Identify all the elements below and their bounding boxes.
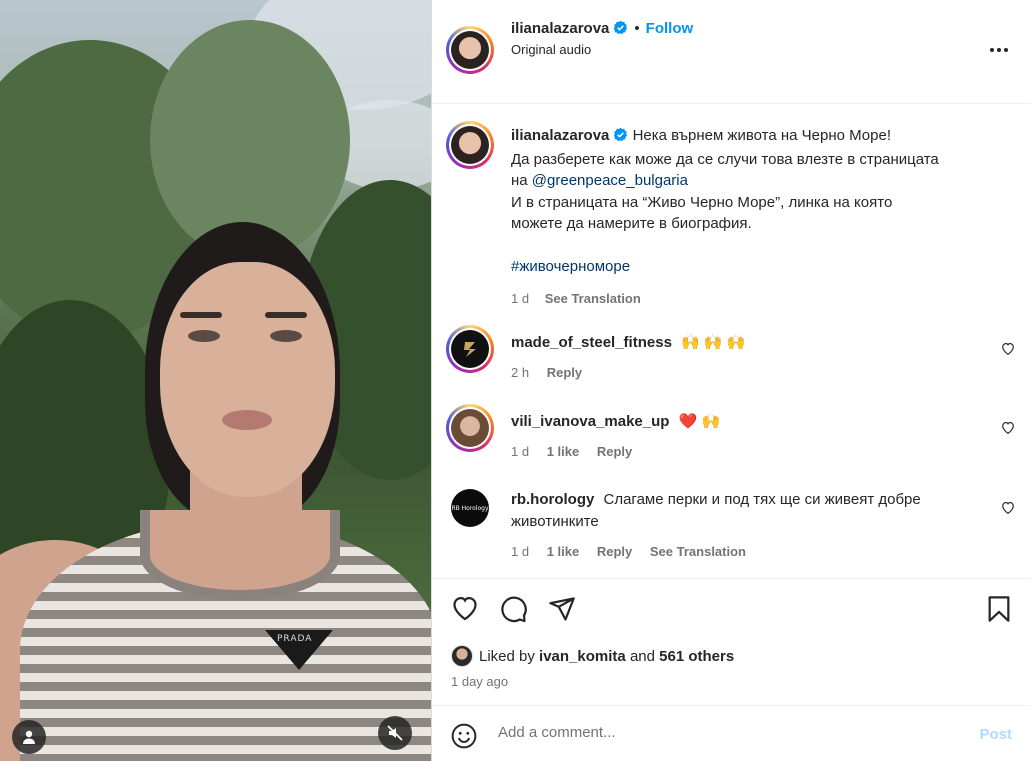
mute-button[interactable] — [378, 716, 412, 750]
post-comment-button[interactable]: Post — [979, 726, 1012, 743]
commenter-avatar[interactable]: RB Horology — [451, 489, 489, 527]
comment-text: rb.horology Слагаме перки и под тях ще с… — [511, 489, 981, 532]
post-time-ago[interactable]: 1 day ago — [451, 674, 508, 689]
eyebrow — [265, 312, 307, 318]
follow-button[interactable]: Follow — [646, 20, 694, 37]
commenter-avatar[interactable] — [446, 325, 494, 373]
share-icon — [549, 597, 575, 621]
caption-hashtag-link[interactable]: #живочерноморе — [511, 258, 630, 275]
caption-text: ilianalazarova Нека върнем живота на Чер… — [511, 125, 991, 309]
comment-likes-count[interactable]: 1 like — [547, 544, 580, 559]
emoji-button[interactable] — [451, 723, 477, 753]
emoji-icon — [451, 723, 477, 749]
eyebrow — [180, 312, 222, 318]
comment-item: made_of_steel_fitness 🙌 🙌 🙌 2 h Reply — [432, 325, 1031, 395]
comment-meta: 1 d 1 like Reply See Translation — [511, 544, 760, 559]
author-line: ilianalazarova • Follow Original audio — [511, 20, 693, 57]
neckline — [140, 510, 340, 600]
avatar-image — [451, 409, 489, 447]
avatar-image — [451, 126, 489, 164]
comment-username[interactable]: vili_ivanova_make_up — [511, 413, 669, 430]
person-face — [160, 262, 335, 497]
bookmark-icon — [988, 596, 1010, 622]
reel-video[interactable]: PRADA — [0, 0, 431, 761]
likes-middle: and — [629, 647, 655, 665]
author-username[interactable]: ilianalazarova — [511, 20, 609, 37]
reply-button[interactable]: Reply — [547, 365, 582, 380]
likes-summary: Liked by ivan_komita and 561 others — [451, 645, 734, 667]
like-button[interactable] — [451, 595, 479, 625]
liker-avatar[interactable] — [451, 645, 473, 667]
comment-button[interactable] — [500, 595, 528, 627]
liker-username[interactable]: ivan_komita — [539, 648, 626, 665]
mute-icon — [387, 725, 403, 741]
avatar-image — [451, 31, 489, 69]
comment-likes-count[interactable]: 1 like — [547, 444, 580, 459]
caption-line: И в страницата на “Живо Черно Море”, лин… — [511, 193, 893, 211]
post-header: ilianalazarova • Follow Original audio — [432, 0, 1031, 104]
caption-username[interactable]: ilianalazarova — [511, 127, 609, 144]
separator-dot: • — [634, 20, 640, 37]
comment-like-button[interactable] — [1001, 501, 1015, 518]
avatar-image: RB Horology — [451, 489, 489, 527]
caption-line: Нека върнем живота на Черно Море! — [632, 127, 891, 144]
heart-icon — [1002, 421, 1014, 435]
lips — [222, 410, 272, 430]
comment-time[interactable]: 1 d — [511, 444, 529, 459]
comment-time[interactable]: 1 d — [511, 544, 529, 559]
comment-item: RB Horology rb.horology Слагаме перки и … — [432, 484, 1031, 574]
more-options-icon — [990, 48, 1008, 52]
comment-like-button[interactable] — [1001, 342, 1015, 359]
caption-line: Да разберете как може да се случи това в… — [511, 150, 939, 168]
commenter-avatar[interactable] — [446, 404, 494, 452]
heart-icon — [1002, 501, 1014, 515]
comment-input[interactable] — [498, 724, 958, 741]
caption-mention-link[interactable]: @greenpeace_bulgaria — [532, 172, 688, 189]
save-button[interactable] — [986, 595, 1012, 627]
comment-body: 🙌 🙌 🙌 — [681, 334, 746, 351]
reply-button[interactable]: Reply — [597, 544, 632, 559]
avatar-image — [451, 330, 489, 368]
see-translation-button[interactable]: See Translation — [545, 291, 641, 306]
comment-text: vili_ivanova_make_up ❤️ 🙌 — [511, 411, 981, 433]
caption-author-avatar[interactable] — [446, 121, 494, 169]
likes-others-link[interactable]: 561 others — [659, 648, 734, 665]
comment-item: vili_ivanova_make_up ❤️ 🙌 1 d 1 like Rep… — [432, 404, 1031, 474]
likes-prefix: Liked by — [479, 647, 535, 665]
comment-body: ❤️ 🙌 — [678, 413, 721, 430]
comment-icon — [501, 596, 527, 623]
heart-icon — [453, 596, 477, 621]
eye — [188, 330, 220, 342]
eye — [270, 330, 302, 342]
user-tags-button[interactable] — [12, 720, 46, 754]
caption-time[interactable]: 1 d — [511, 291, 529, 306]
comment-time[interactable]: 2 h — [511, 365, 529, 380]
caption-meta: 1 d See Translation — [511, 288, 991, 310]
comment-text: made_of_steel_fitness 🙌 🙌 🙌 — [511, 332, 981, 354]
post-panel: ilianalazarova • Follow Original audio il… — [432, 0, 1031, 761]
reply-button[interactable]: Reply — [597, 444, 632, 459]
caption-line: можете да намерите в биография. — [511, 215, 752, 232]
comment-username[interactable]: rb.horology — [511, 491, 594, 508]
verified-badge-icon — [613, 127, 628, 149]
brand-logo-text: PRADA — [277, 634, 313, 644]
audio-label[interactable]: Original audio — [511, 42, 693, 57]
post-actions: Liked by ivan_komita and 561 others 1 da… — [432, 578, 1031, 705]
comment-like-button[interactable] — [1001, 421, 1015, 438]
add-comment-bar: Post — [432, 705, 1031, 761]
user-icon — [23, 730, 35, 744]
author-avatar[interactable] — [446, 26, 494, 74]
see-translation-button[interactable]: See Translation — [650, 544, 746, 559]
more-options-button[interactable] — [989, 40, 1009, 57]
verified-badge-icon — [613, 20, 628, 39]
comment-meta: 2 h Reply — [511, 365, 596, 380]
heart-icon — [1002, 342, 1014, 356]
share-button[interactable] — [548, 595, 576, 627]
caption-line: на — [511, 172, 532, 189]
comment-meta: 1 d 1 like Reply — [511, 444, 646, 459]
comment-username[interactable]: made_of_steel_fitness — [511, 334, 672, 351]
